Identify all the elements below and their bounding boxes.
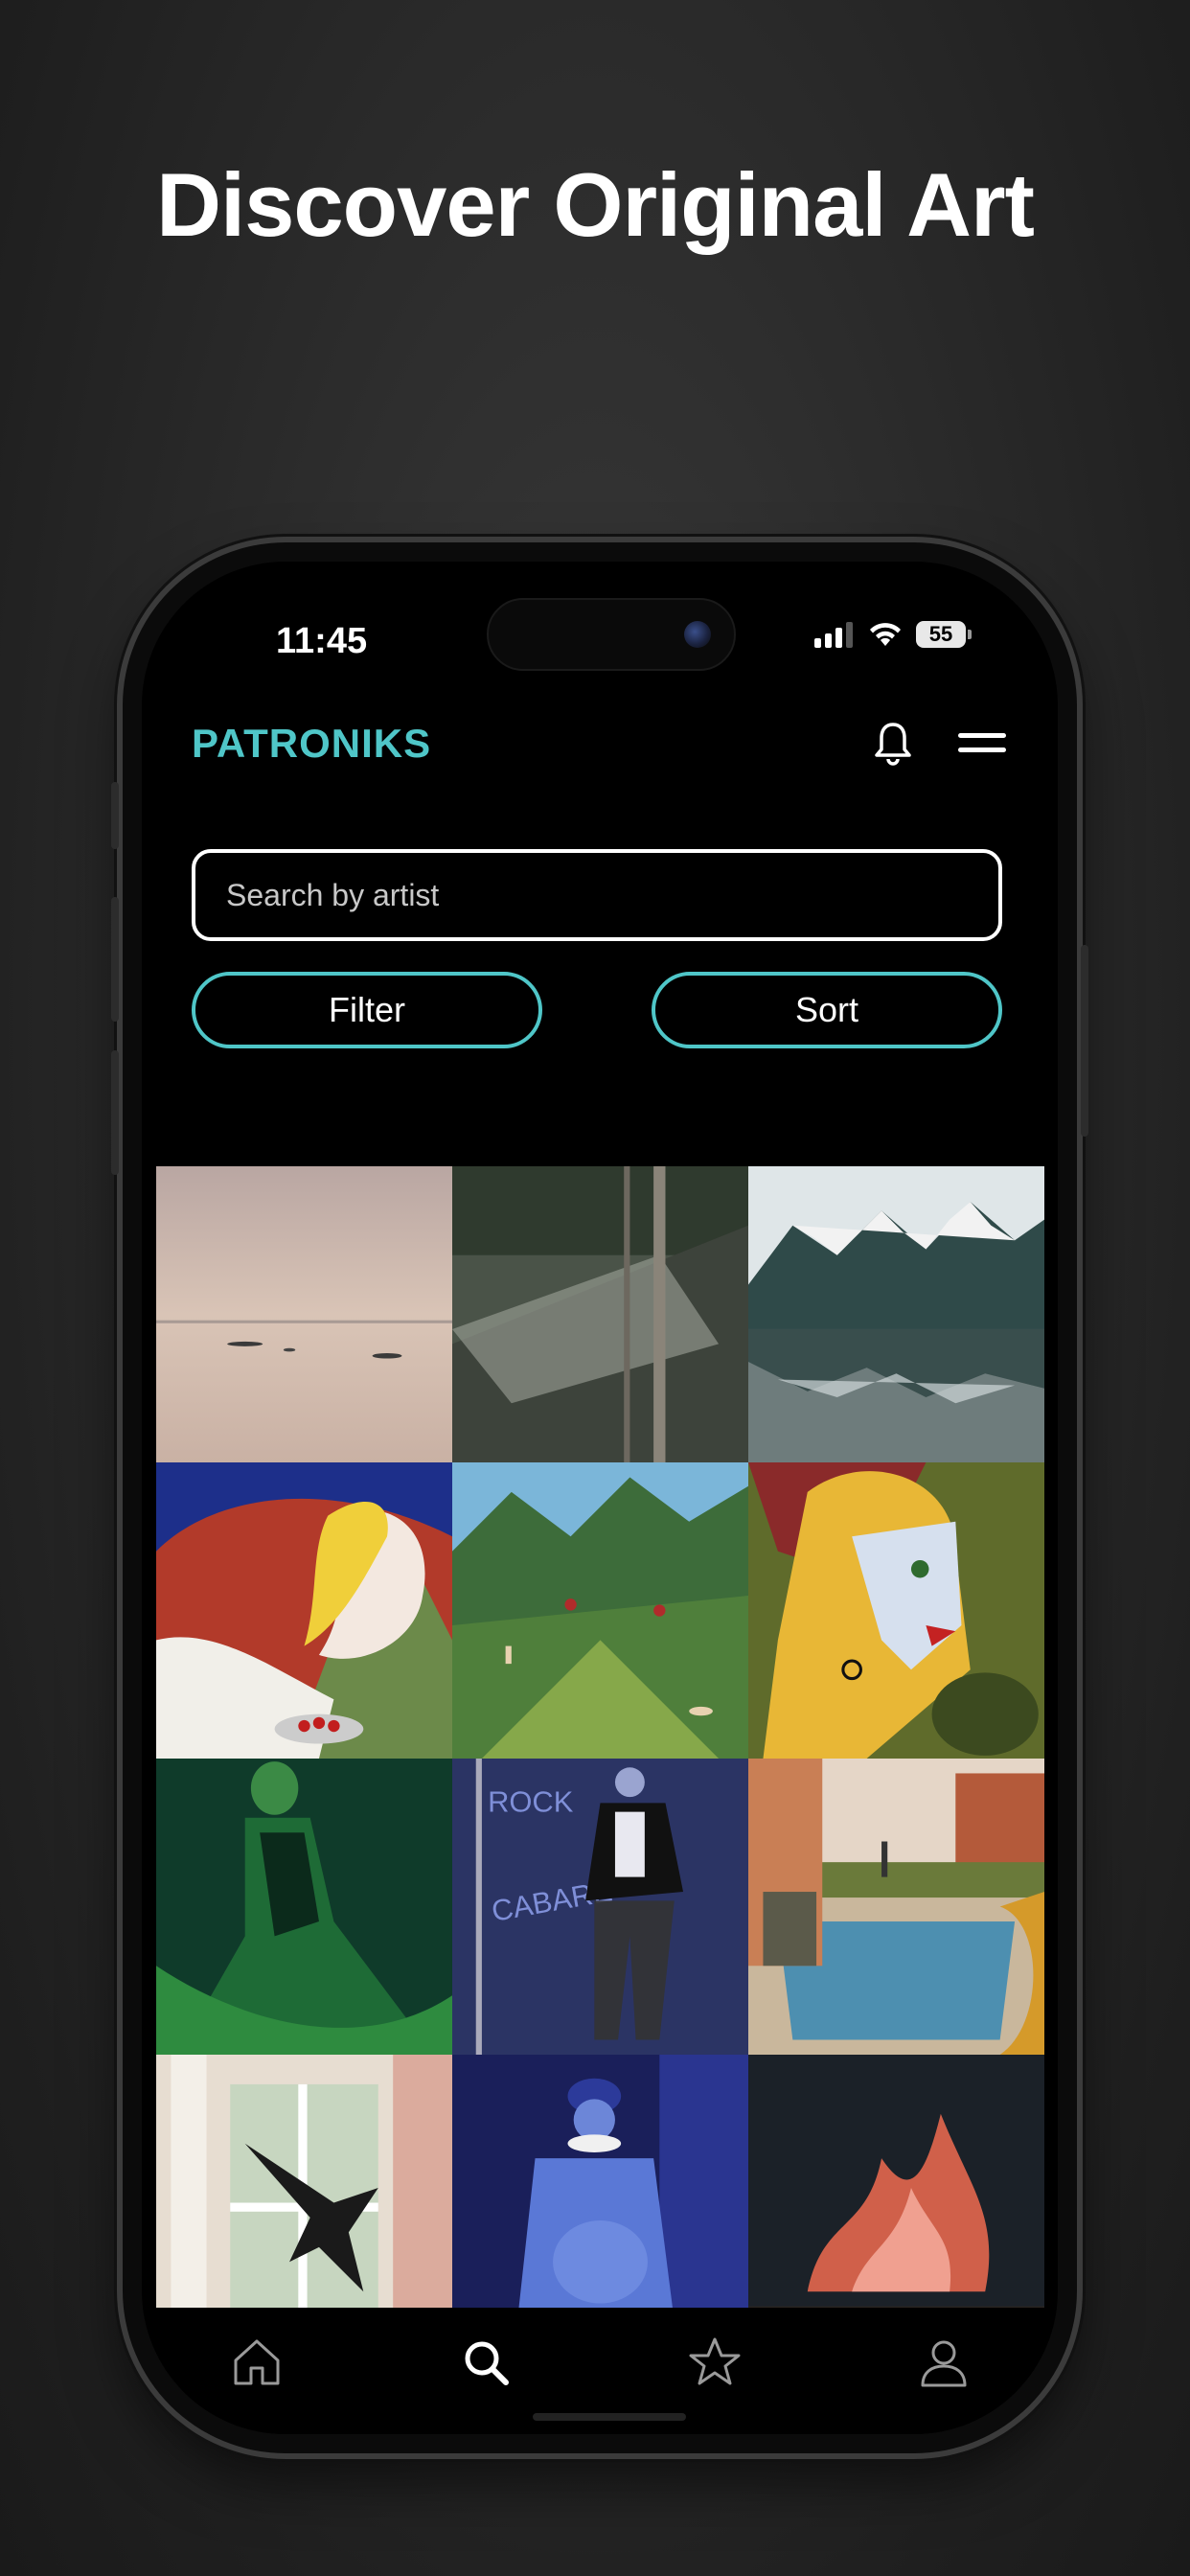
menu-icon[interactable] bbox=[956, 726, 1008, 761]
bell-icon[interactable] bbox=[872, 721, 914, 767]
artwork-cabaret-dancer[interactable]: ROCK CABARE bbox=[452, 1759, 748, 2055]
app-header: PATRONIKS bbox=[192, 705, 1008, 782]
search-input[interactable] bbox=[224, 876, 998, 914]
camera-icon bbox=[684, 621, 711, 648]
page-headline: Discover Original Art bbox=[156, 154, 1035, 255]
tab-home[interactable] bbox=[218, 2329, 295, 2396]
artwork-blue-figure[interactable] bbox=[452, 2055, 748, 2351]
home-indicator bbox=[533, 2413, 686, 2421]
tab-profile[interactable] bbox=[905, 2329, 982, 2396]
artwork-swimming-pool[interactable] bbox=[748, 1759, 1044, 2055]
tab-search[interactable] bbox=[447, 2329, 524, 2396]
artwork-blonde-woman-cherries[interactable] bbox=[156, 1462, 452, 1759]
phone-frame: 11:45 55 PATRONIKS Search by artist Filt… bbox=[111, 542, 1088, 2453]
filter-button[interactable]: Filter bbox=[192, 972, 542, 1048]
artwork-misty-sea[interactable] bbox=[156, 1166, 452, 1462]
artwork-green-valley[interactable] bbox=[452, 1462, 748, 1759]
dynamic-island bbox=[487, 598, 736, 671]
app-screen: 11:45 55 PATRONIKS Search by artist Filt… bbox=[142, 562, 1058, 2434]
wifi-icon bbox=[870, 623, 901, 646]
artwork-crow-window[interactable] bbox=[156, 2055, 452, 2351]
artwork-woman-in-green[interactable] bbox=[156, 1759, 452, 2055]
signal-icon bbox=[814, 622, 853, 648]
tab-favorites[interactable] bbox=[676, 2329, 753, 2396]
header-actions bbox=[872, 721, 1008, 767]
artwork-cubist-portrait[interactable] bbox=[748, 1462, 1044, 1759]
artwork-forest-net[interactable] bbox=[452, 1166, 748, 1462]
artwork-mountain-lake[interactable] bbox=[748, 1166, 1044, 1462]
battery-icon: 55 bbox=[916, 621, 972, 648]
phone-side-button bbox=[111, 1050, 119, 1175]
phone-side-button bbox=[111, 782, 119, 849]
phone-side-button bbox=[1081, 945, 1088, 1137]
svg-text:ROCK: ROCK bbox=[488, 1785, 574, 1819]
star-icon bbox=[689, 2337, 740, 2385]
search-icon bbox=[465, 2341, 509, 2385]
sort-button[interactable]: Sort bbox=[652, 972, 1002, 1048]
search-field[interactable] bbox=[192, 849, 1002, 941]
artwork-grid: ROCK CABARE bbox=[156, 1166, 1044, 2351]
phone-side-button bbox=[111, 897, 119, 1022]
status-time: 11:45 bbox=[276, 621, 368, 661]
brand-logo: PATRONIKS bbox=[192, 721, 432, 766]
artwork-fire[interactable] bbox=[748, 2055, 1044, 2351]
home-icon bbox=[234, 2339, 279, 2385]
status-indicators: 55 bbox=[812, 621, 972, 648]
profile-icon bbox=[921, 2340, 966, 2387]
